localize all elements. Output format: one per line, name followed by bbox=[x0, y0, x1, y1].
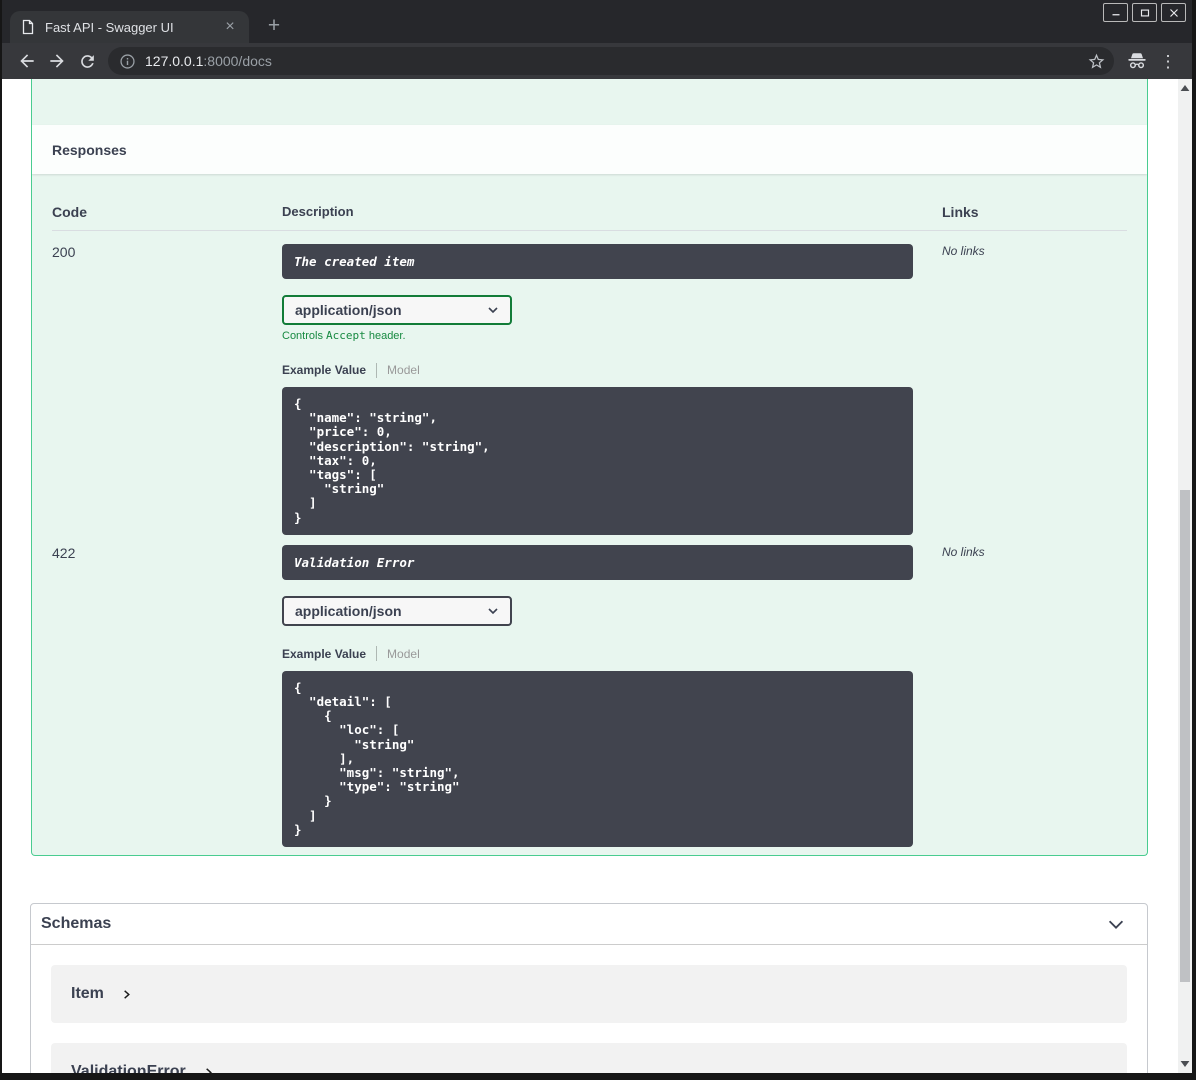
response-row-422: 422 Validation Error application/json Ex… bbox=[52, 544, 1127, 855]
back-icon bbox=[20, 54, 34, 68]
tabs-divider bbox=[376, 362, 378, 378]
url-text: 127.0.0.1:8000/docs bbox=[145, 53, 272, 69]
tab-close-icon[interactable]: × bbox=[221, 19, 239, 35]
forward-button[interactable] bbox=[42, 47, 72, 75]
example-model-tabs: Example Value Model bbox=[282, 646, 913, 662]
example-json-200: { "name": "string", "price": 0, "descrip… bbox=[282, 387, 913, 535]
schemas-title: Schemas bbox=[41, 915, 112, 932]
column-header-code: Code bbox=[52, 204, 87, 220]
triangle-up-icon bbox=[1180, 85, 1190, 91]
window-controls bbox=[1103, 3, 1186, 22]
browser-toolbar: 127.0.0.1:8000/docs ⋮ bbox=[2, 43, 1192, 79]
model-name: ValidationError bbox=[71, 1063, 186, 1073]
media-type-value: application/json bbox=[295, 302, 402, 318]
star-icon bbox=[1088, 53, 1105, 69]
example-json-422: { "detail": [ { "loc": [ "string" ], "ms… bbox=[282, 670, 913, 848]
example-model-tabs: Example Value Model bbox=[282, 362, 913, 378]
column-header-links: Links bbox=[942, 204, 979, 220]
tabs-divider bbox=[376, 646, 378, 662]
media-type-value: application/json bbox=[295, 602, 402, 619]
chevron-down-icon[interactable] bbox=[1105, 913, 1127, 935]
chevron-down-icon bbox=[488, 307, 498, 314]
title-bar: Fast API - Swagger UI × + bbox=[2, 0, 1192, 43]
model-item[interactable]: Item bbox=[51, 965, 1127, 1023]
new-tab-button[interactable]: + bbox=[262, 14, 286, 38]
close-window-button[interactable] bbox=[1161, 3, 1186, 22]
accept-header-note: Controls Accept header. bbox=[282, 329, 406, 342]
column-header-description: Description bbox=[282, 204, 354, 219]
response-description-cell: Validation Error application/json Exampl… bbox=[282, 544, 913, 855]
response-code: 422 bbox=[52, 544, 76, 561]
response-row-200: 200 The created item application/json Co… bbox=[52, 231, 1127, 545]
schemas-header[interactable]: Schemas bbox=[31, 904, 1147, 945]
maximize-icon bbox=[1140, 9, 1149, 16]
incognito-icon bbox=[1126, 50, 1148, 72]
model-validationerror[interactable]: ValidationError bbox=[51, 1043, 1127, 1073]
browser-tab[interactable]: Fast API - Swagger UI × bbox=[10, 11, 249, 43]
browser-menu-button[interactable]: ⋮ bbox=[1158, 53, 1178, 70]
chevron-down-icon bbox=[488, 608, 498, 614]
reload-icon bbox=[80, 54, 94, 68]
response-description-cell: The created item application/json Contro… bbox=[282, 244, 913, 545]
browser-window: Fast API - Swagger UI × + 127.0.0.1:8000… bbox=[0, 0, 1196, 1080]
response-description: The created item bbox=[282, 244, 913, 279]
response-description: Validation Error bbox=[282, 544, 913, 580]
tab-example-value[interactable]: Example Value bbox=[282, 647, 366, 661]
close-icon bbox=[1169, 8, 1178, 17]
opblock-spacer bbox=[32, 79, 1147, 125]
maximize-button[interactable] bbox=[1132, 3, 1157, 22]
scrollbar-thumb[interactable] bbox=[1180, 490, 1190, 982]
media-type-select[interactable]: application/json bbox=[282, 295, 512, 325]
responses-table: Code Description Links 200 The created i… bbox=[32, 174, 1147, 855]
forward-icon bbox=[50, 54, 64, 68]
reload-button[interactable] bbox=[72, 47, 102, 75]
scroll-down-button[interactable] bbox=[1178, 1057, 1192, 1071]
responses-table-header: Code Description Links bbox=[52, 174, 1127, 231]
back-button[interactable] bbox=[12, 47, 42, 75]
triangle-down-icon bbox=[1180, 1061, 1190, 1067]
tab-example-value[interactable]: Example Value bbox=[282, 363, 366, 377]
page-scrollbar[interactable] bbox=[1178, 79, 1192, 1073]
site-info-icon[interactable] bbox=[119, 53, 136, 70]
scroll-up-button[interactable] bbox=[1178, 81, 1192, 95]
tab-title: Fast API - Swagger UI bbox=[45, 19, 174, 35]
model-name: Item bbox=[71, 985, 104, 1002]
response-links: No links bbox=[942, 544, 985, 559]
page-favicon-icon bbox=[20, 19, 36, 35]
media-type-select[interactable]: application/json bbox=[282, 595, 512, 626]
tab-model[interactable]: Model bbox=[387, 647, 420, 661]
response-links: No links bbox=[942, 244, 985, 258]
chevron-right-icon bbox=[205, 1067, 212, 1073]
address-bar[interactable]: 127.0.0.1:8000/docs bbox=[108, 47, 1114, 75]
schemas-section: Schemas Item ValidationError bbox=[30, 903, 1148, 1073]
models-list: Item ValidationError bbox=[31, 945, 1147, 1073]
chevron-right-icon bbox=[124, 989, 130, 999]
bookmark-star-button[interactable] bbox=[1087, 52, 1106, 71]
tab-model[interactable]: Model bbox=[387, 363, 420, 377]
post-opblock-body: Responses Code Description Links 200 The… bbox=[31, 79, 1148, 856]
minimize-button[interactable] bbox=[1103, 3, 1128, 22]
swagger-page: Responses Code Description Links 200 The… bbox=[2, 79, 1192, 1073]
responses-title: Responses bbox=[52, 141, 127, 158]
responses-section-header: Responses bbox=[32, 125, 1147, 174]
response-code: 200 bbox=[52, 244, 76, 260]
